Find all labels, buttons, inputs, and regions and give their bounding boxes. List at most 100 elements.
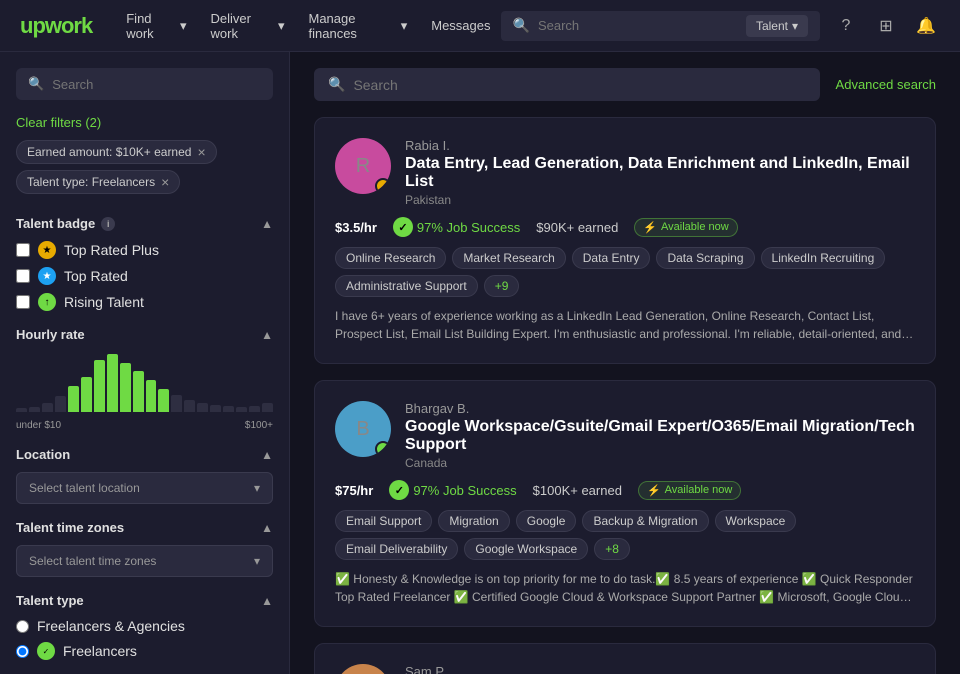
- chart-bar-3[interactable]: [55, 396, 66, 412]
- timezones-chevron-icon: ▾: [254, 554, 260, 568]
- grid-icon[interactable]: ⊞: [872, 12, 900, 40]
- rising-talent-option[interactable]: ↑ Rising Talent: [16, 293, 273, 311]
- freelancers-agencies-option[interactable]: Freelancers & Agencies: [16, 618, 273, 634]
- chart-bar-14[interactable]: [197, 403, 208, 412]
- chart-bar-10[interactable]: [146, 380, 157, 412]
- talent-badge-info-icon[interactable]: i: [101, 217, 115, 231]
- advanced-search-link[interactable]: Advanced search: [836, 77, 936, 92]
- help-icon[interactable]: ?: [832, 12, 860, 40]
- skill-tag[interactable]: Workspace: [715, 510, 797, 532]
- location-toggle[interactable]: ▲: [261, 448, 273, 462]
- earned-amount: $90K+ earned: [536, 220, 618, 235]
- available-badge: ⚡ Available now: [638, 481, 741, 500]
- card-header: R Rabia I. Data Entry, Lead Generation, …: [335, 138, 915, 207]
- avatar: R: [335, 138, 391, 194]
- hourly-rate-chart[interactable]: [16, 352, 273, 412]
- hourly-rate-title: Hourly rate: [16, 327, 85, 342]
- skill-tag[interactable]: Google Workspace: [464, 538, 588, 560]
- freelancer-card-sam[interactable]: S Sam P. Patent and Trademark Attorney U…: [314, 643, 936, 674]
- chart-bar-15[interactable]: [210, 405, 221, 412]
- search-icon: 🔍: [513, 17, 530, 34]
- talent-timezones-toggle[interactable]: ▲: [261, 521, 273, 535]
- talent-badge-options: ★ Top Rated Plus ★ Top Rated ↑ Rising Ta…: [16, 241, 273, 311]
- nav-find-work[interactable]: Find work ▾: [116, 5, 196, 47]
- top-rated-checkbox[interactable]: [16, 269, 30, 283]
- nav-deliver-work[interactable]: Deliver work ▾: [201, 5, 295, 47]
- freelancer-description: I have 6+ years of experience working as…: [335, 307, 915, 343]
- hourly-rate-section: Hourly rate ▲ under $10 $100+: [16, 327, 273, 431]
- card-info: Sam P. Patent and Trademark Attorney Uni…: [405, 664, 915, 674]
- clear-filters-button[interactable]: Clear filters (2): [16, 115, 101, 130]
- top-rated-icon: ★: [38, 267, 56, 285]
- freelancers-radio[interactable]: [16, 645, 29, 658]
- top-rated-plus-option[interactable]: ★ Top Rated Plus: [16, 241, 273, 259]
- skill-tag[interactable]: Data Entry: [572, 247, 651, 269]
- chart-bar-0[interactable]: [16, 408, 27, 412]
- top-rated-option[interactable]: ★ Top Rated: [16, 267, 273, 285]
- job-success-icon: ✓: [393, 217, 413, 237]
- remove-talent-type-filter[interactable]: ×: [161, 175, 169, 189]
- talent-badge-section: Talent badge i ▲ ★ Top Rated Plus ★ Top …: [16, 216, 273, 311]
- chart-bar-9[interactable]: [133, 371, 144, 412]
- chart-bar-4[interactable]: [68, 386, 79, 412]
- location-select[interactable]: Select talent location ▾: [16, 472, 273, 504]
- chart-bar-13[interactable]: [184, 400, 195, 412]
- avatar: B: [335, 401, 391, 457]
- remove-earned-filter[interactable]: ×: [197, 145, 205, 159]
- chart-bar-11[interactable]: [158, 389, 169, 412]
- earned-amount-filter-tag: Earned amount: $10K+ earned ×: [16, 140, 217, 164]
- skill-tag[interactable]: Migration: [438, 510, 509, 532]
- skill-tag[interactable]: Google: [516, 510, 577, 532]
- main-search-input[interactable]: [353, 77, 805, 93]
- chart-bar-7[interactable]: [107, 354, 118, 412]
- freelancers-option[interactable]: ✓ Freelancers: [16, 642, 273, 660]
- main-content: 🔍 Advanced search R Rabia I. Data Entry,…: [290, 52, 960, 674]
- skill-tag[interactable]: Email Deliverability: [335, 538, 458, 560]
- sidebar: 🔍 Clear filters (2) Earned amount: $10K+…: [0, 52, 290, 674]
- freelancers-checked-icon: ✓: [37, 642, 55, 660]
- talent-filter-badge[interactable]: Talent ▾: [746, 15, 808, 37]
- navbar-search-input[interactable]: [538, 18, 738, 33]
- bell-icon[interactable]: 🔔: [912, 12, 940, 40]
- job-success-badge: ✓ 97% Job Success: [393, 217, 520, 237]
- talent-badge-toggle[interactable]: ▲: [261, 217, 273, 231]
- chart-bar-5[interactable]: [81, 377, 92, 412]
- rising-talent-icon: ↑: [38, 293, 56, 311]
- top-rated-plus-checkbox[interactable]: [16, 243, 30, 257]
- skill-tag[interactable]: Backup & Migration: [582, 510, 708, 532]
- search-bar-row: 🔍 Advanced search: [314, 68, 936, 101]
- chart-bar-16[interactable]: [223, 406, 234, 412]
- rising-talent-checkbox[interactable]: [16, 295, 30, 309]
- skill-tag[interactable]: Email Support: [335, 510, 432, 532]
- freelancer-title[interactable]: Google Workspace/Gsuite/Gmail Expert/O36…: [405, 418, 915, 454]
- talent-timezones-section: Talent time zones ▲ Select talent time z…: [16, 520, 273, 577]
- talent-type-toggle[interactable]: ▲: [261, 594, 273, 608]
- skill-tag[interactable]: Market Research: [452, 247, 565, 269]
- nav-manage-finances[interactable]: Manage finances ▾: [299, 5, 418, 47]
- sidebar-search-input[interactable]: [52, 77, 261, 92]
- chart-bar-17[interactable]: [236, 407, 247, 412]
- job-success-label: 97% Job Success: [413, 483, 516, 498]
- chart-bar-6[interactable]: [94, 360, 105, 412]
- upwork-logo[interactable]: upwork: [20, 13, 92, 39]
- skill-tag[interactable]: LinkedIn Recruiting: [761, 247, 886, 269]
- skill-tag[interactable]: Data Scraping: [656, 247, 754, 269]
- chart-bar-1[interactable]: [29, 407, 40, 412]
- skill-tag[interactable]: Administrative Support: [335, 275, 478, 297]
- skill-tags-container: Email Support Migration GoogleBackup & Mig…: [335, 510, 915, 560]
- chart-bar-2[interactable]: [42, 403, 53, 412]
- talent-type-title: Talent type: [16, 593, 84, 608]
- chart-bar-8[interactable]: [120, 363, 131, 412]
- timezones-select[interactable]: Select talent time zones ▾: [16, 545, 273, 577]
- skill-tag[interactable]: Online Research: [335, 247, 446, 269]
- hourly-rate-toggle[interactable]: ▲: [261, 328, 273, 342]
- chart-bar-19[interactable]: [262, 403, 273, 412]
- freelancer-card-bhargav[interactable]: B Bhargav B. Google Workspace/Gsuite/Gma…: [314, 380, 936, 627]
- freelancers-agencies-radio[interactable]: [16, 620, 29, 633]
- chart-bar-18[interactable]: [249, 406, 260, 412]
- freelancer-card-rabia[interactable]: R Rabia I. Data Entry, Lead Generation, …: [314, 117, 936, 364]
- nav-messages[interactable]: Messages: [421, 5, 500, 47]
- chart-bar-12[interactable]: [171, 395, 182, 412]
- talent-badge-title: Talent badge i: [16, 216, 115, 231]
- freelancer-title[interactable]: Data Entry, Lead Generation, Data Enrich…: [405, 155, 915, 191]
